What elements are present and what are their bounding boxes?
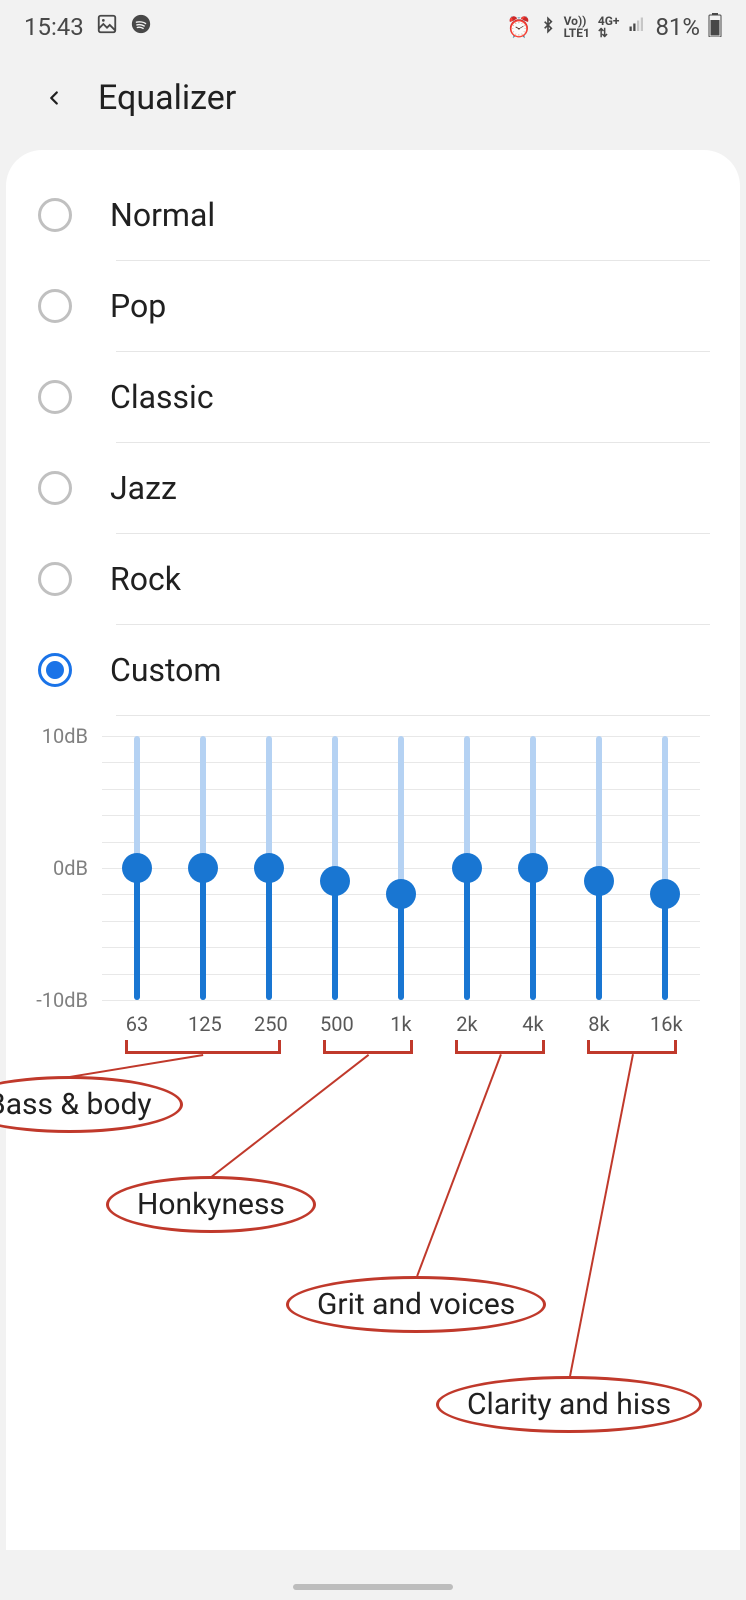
preset-label: Normal — [110, 196, 215, 234]
eq-handle-8k[interactable] — [584, 866, 614, 896]
back-button[interactable] — [40, 84, 68, 112]
page-title: Equalizer — [98, 78, 236, 118]
home-indicator[interactable] — [293, 1584, 453, 1590]
annotation-leader — [69, 1054, 203, 1078]
annotation-bubble: Bass & body — [0, 1076, 183, 1133]
preset-option-custom[interactable]: Custom — [6, 625, 740, 715]
preset-option-rock[interactable]: Rock — [6, 534, 740, 624]
eq-handle-125[interactable] — [188, 853, 218, 883]
clock: 15:43 — [24, 13, 84, 41]
annotation-bubble: Grit and voices — [286, 1276, 546, 1333]
bluetooth-icon — [540, 15, 556, 40]
eq-slider-4k[interactable] — [518, 736, 548, 1000]
preset-label: Custom — [110, 651, 221, 689]
eq-handle-16k[interactable] — [650, 879, 680, 909]
annotation-leader — [569, 1054, 634, 1376]
radio-jazz[interactable] — [38, 471, 72, 505]
eq-slider-8k[interactable] — [584, 736, 614, 1000]
4g-icon: 4G+⇅ — [598, 15, 620, 39]
y-axis-label: 10dB — [42, 724, 102, 748]
x-axis-label: 1k — [386, 1012, 416, 1036]
annotation-leader — [211, 1054, 369, 1178]
status-bar: 15:43 ⏰ Vo))LTE1 4G+⇅ 81% — [0, 0, 746, 50]
preset-option-normal[interactable]: Normal — [6, 170, 740, 260]
alarm-icon: ⏰ — [507, 15, 532, 39]
annotation-bracket — [587, 1040, 677, 1054]
x-axis-label: 500 — [320, 1012, 350, 1036]
x-axis-label: 63 — [122, 1012, 152, 1036]
radio-rock[interactable] — [38, 562, 72, 596]
battery-percent: 81% — [655, 13, 700, 41]
gallery-icon — [96, 13, 118, 41]
eq-slider-2k[interactable] — [452, 736, 482, 1000]
x-axis-label: 250 — [254, 1012, 284, 1036]
annotation-bracket — [455, 1040, 545, 1054]
y-axis-label: -10dB — [36, 988, 102, 1012]
radio-custom[interactable] — [38, 653, 72, 687]
eq-handle-500[interactable] — [320, 866, 350, 896]
eq-handle-250[interactable] — [254, 853, 284, 883]
equalizer-card: Normal Pop Classic Jazz Rock Custom 10dB 0dB -1… — [6, 150, 740, 1550]
battery-icon — [708, 13, 722, 42]
signal-icon — [627, 15, 647, 39]
eq-slider-1k[interactable] — [386, 736, 416, 1000]
annotation-bracket — [125, 1040, 281, 1054]
header: Equalizer — [0, 50, 746, 150]
eq-slider-16k[interactable] — [650, 736, 680, 1000]
eq-slider-125[interactable] — [188, 736, 218, 1000]
eq-handle-1k[interactable] — [386, 879, 416, 909]
preset-option-classic[interactable]: Classic — [6, 352, 740, 442]
eq-slider-500[interactable] — [320, 736, 350, 1000]
x-axis-label: 4k — [518, 1012, 548, 1036]
annotation-leader — [416, 1054, 502, 1277]
spotify-icon — [130, 13, 152, 41]
preset-label: Classic — [110, 378, 214, 416]
x-axis-label: 16k — [650, 1012, 680, 1036]
volte-icon: Vo))LTE1 — [564, 15, 590, 39]
y-axis-label: 0dB — [53, 856, 102, 880]
annotation-bracket — [323, 1040, 413, 1054]
x-axis-label: 8k — [584, 1012, 614, 1036]
preset-option-pop[interactable]: Pop — [6, 261, 740, 351]
x-axis-label: 125 — [188, 1012, 218, 1036]
preset-label: Rock — [110, 560, 181, 598]
radio-normal[interactable] — [38, 198, 72, 232]
equalizer-chart: 10dB0dB-10dB 631252505001k2k4k8k16k Bass… — [6, 716, 740, 1036]
annotation-bubble: Clarity and hiss — [436, 1376, 702, 1433]
preset-label: Pop — [110, 287, 166, 325]
eq-handle-2k[interactable] — [452, 853, 482, 883]
eq-slider-250[interactable] — [254, 736, 284, 1000]
radio-classic[interactable] — [38, 380, 72, 414]
preset-label: Jazz — [110, 469, 177, 507]
eq-handle-63[interactable] — [122, 853, 152, 883]
eq-slider-63[interactable] — [122, 736, 152, 1000]
x-axis-label: 2k — [452, 1012, 482, 1036]
eq-handle-4k[interactable] — [518, 853, 548, 883]
radio-pop[interactable] — [38, 289, 72, 323]
annotation-bubble: Honkyness — [106, 1176, 316, 1233]
preset-option-jazz[interactable]: Jazz — [6, 443, 740, 533]
